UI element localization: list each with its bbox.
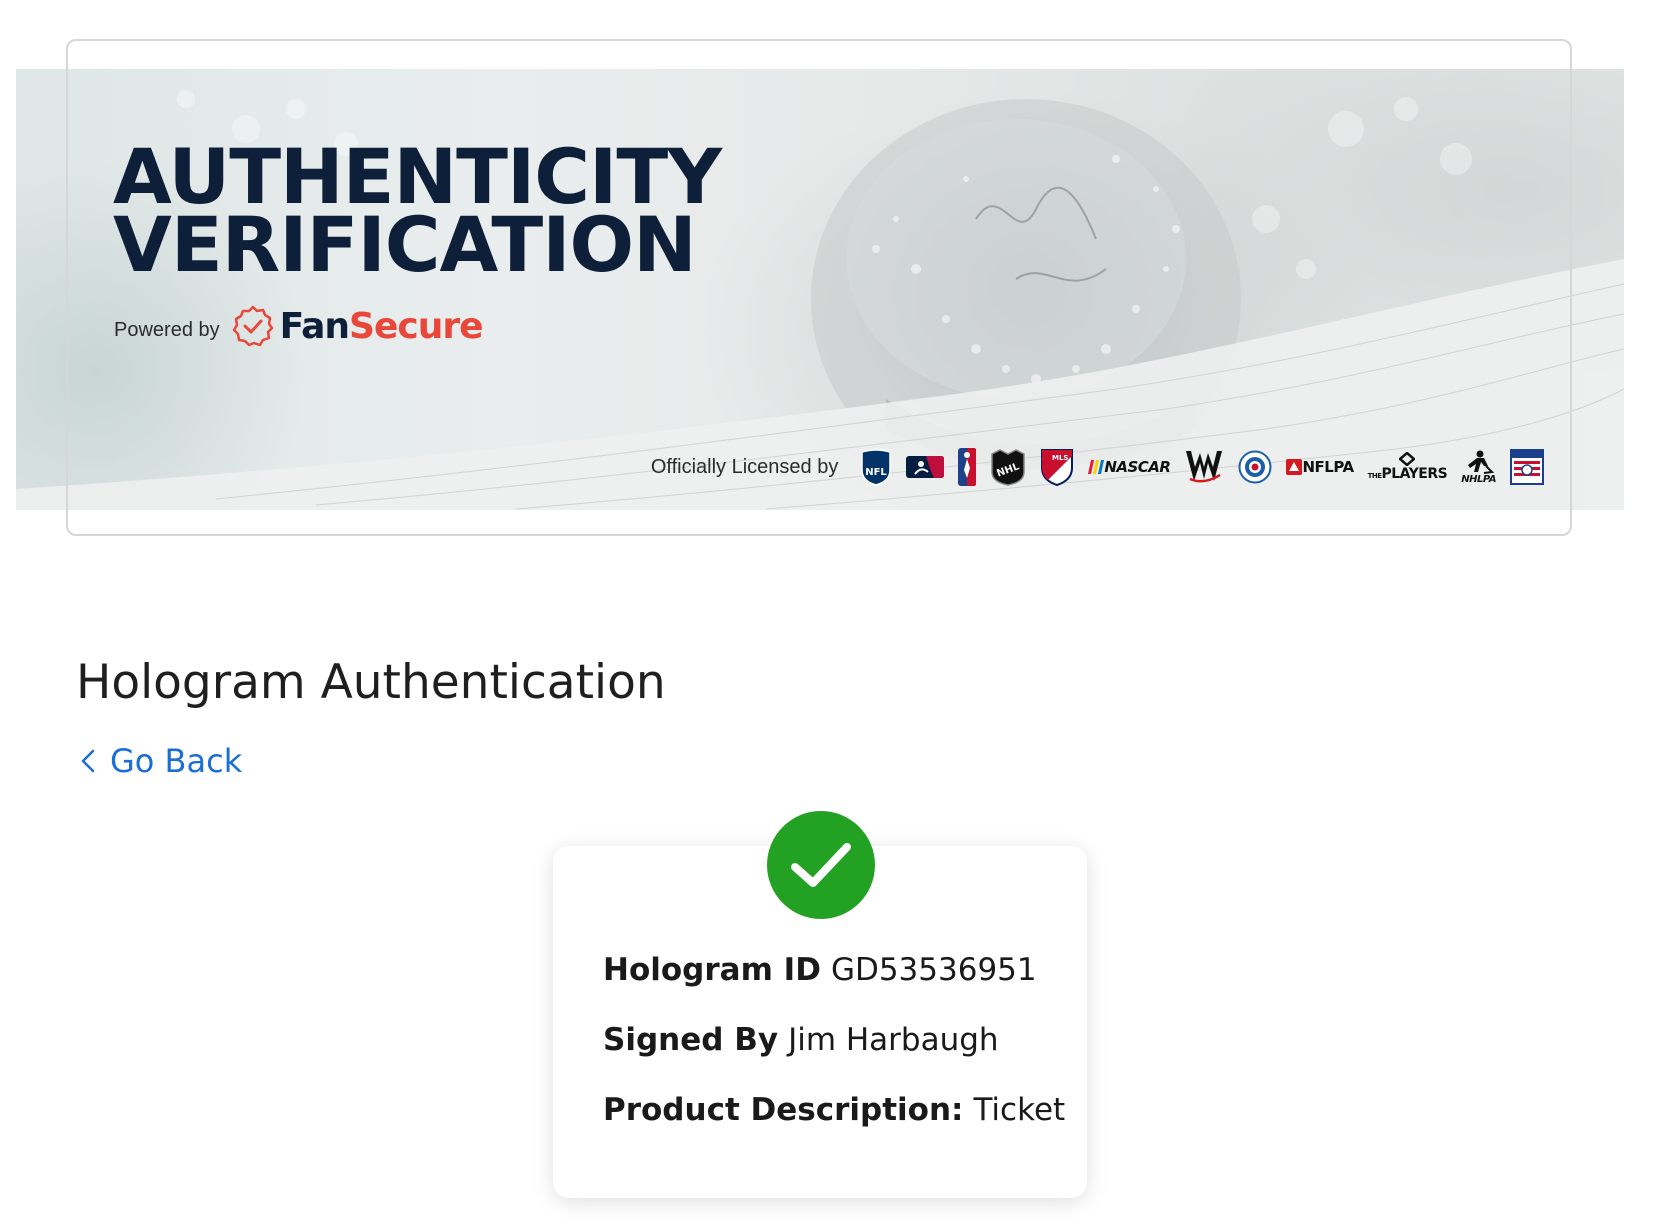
nflpa-wordmark: NFLPA: [1302, 458, 1354, 476]
brand-name-fan: Fan: [279, 305, 350, 347]
mls-text: MLS: [1052, 454, 1068, 462]
check-icon: [791, 843, 851, 887]
hologram-id-row: Hologram ID GD53536951: [603, 952, 1065, 1022]
signed-by-row: Signed By Jim Harbaugh: [603, 1022, 1065, 1092]
nhlpa-logo: NHLPA: [1461, 449, 1496, 485]
olympic-logo: [1238, 449, 1272, 485]
product-description-row: Product Description: Ticket: [603, 1092, 1065, 1162]
players-prefix: THE: [1367, 472, 1382, 480]
hero-banner: AUTHENTICITY VERIFICATION Powered by Fan…: [16, 69, 1624, 510]
nascar-stripes-icon: [1088, 460, 1105, 474]
nhl-shield-icon: NHL: [991, 449, 1026, 486]
signed-by-label: Signed By: [603, 1022, 779, 1058]
mls-crest-icon: MLS: [1041, 449, 1074, 486]
nascar-logo: NASCAR: [1088, 449, 1171, 485]
nascar-wordmark: NASCAR: [1104, 458, 1171, 476]
players-wordmark: THEPLAYERS: [1368, 466, 1448, 482]
mlb-logo: [906, 449, 945, 485]
powered-by-label: Powered by: [114, 318, 220, 341]
verified-status-badge: [767, 811, 875, 919]
product-description-value: Ticket: [973, 1092, 1066, 1128]
official-licenses: Officially Licensed by NFL NHL MLS NASCA…: [650, 448, 1544, 486]
players-text: PLAYERS: [1381, 466, 1448, 482]
powered-by: Powered by FanSecure: [114, 305, 484, 347]
go-back-link[interactable]: Go Back: [80, 742, 242, 780]
signed-by-value: Jim Harbaugh: [788, 1022, 999, 1058]
banner-title-line-2: VERIFICATION: [113, 200, 697, 289]
product-description-label: Product Description:: [603, 1092, 964, 1128]
hologram-details: Hologram ID GD53536951 Signed By Jim Harba…: [603, 952, 1065, 1162]
mlb-icon: [906, 456, 945, 478]
brand-name-secure: Secure: [349, 305, 483, 347]
page-title: Hologram Authentication: [76, 655, 666, 710]
mls-logo: MLS: [1040, 449, 1074, 486]
nfl-text: NFL: [866, 467, 888, 478]
hall-of-fame-logo: [1510, 449, 1544, 485]
olympic-seal-icon: [1238, 450, 1272, 484]
nhlpa-wordmark: NHLPA: [1461, 473, 1496, 485]
nfl-logo: NFL: [860, 449, 892, 486]
nba-logo: [958, 448, 977, 486]
go-back-label: Go Back: [110, 742, 243, 780]
hockey-player-icon: [1467, 450, 1494, 474]
banner-title: AUTHENTICITY VERIFICATION: [113, 139, 722, 289]
nflpa-icon: [1286, 459, 1303, 475]
wwe-logo: [1184, 449, 1224, 485]
diamond-icon: [1399, 452, 1416, 466]
nba-icon: [958, 448, 977, 486]
licensed-label: Officially Licensed by: [650, 455, 839, 478]
nhl-logo: NHL: [990, 449, 1026, 486]
brand-name: FanSecure: [279, 305, 484, 347]
verified-badge-icon: [232, 305, 273, 347]
chevron-left-icon: [81, 749, 95, 773]
fansecure-logo: FanSecure: [232, 305, 484, 347]
mlbpa-players-logo: THEPLAYERS: [1368, 449, 1448, 485]
wwe-icon: [1186, 451, 1223, 483]
hall-of-fame-icon: [1510, 449, 1544, 485]
hologram-id-value: GD53536951: [830, 952, 1037, 988]
nfl-shield-icon: NFL: [861, 449, 892, 486]
nflpa-logo: NFLPA: [1286, 449, 1354, 485]
hologram-id-label: Hologram ID: [603, 952, 821, 988]
